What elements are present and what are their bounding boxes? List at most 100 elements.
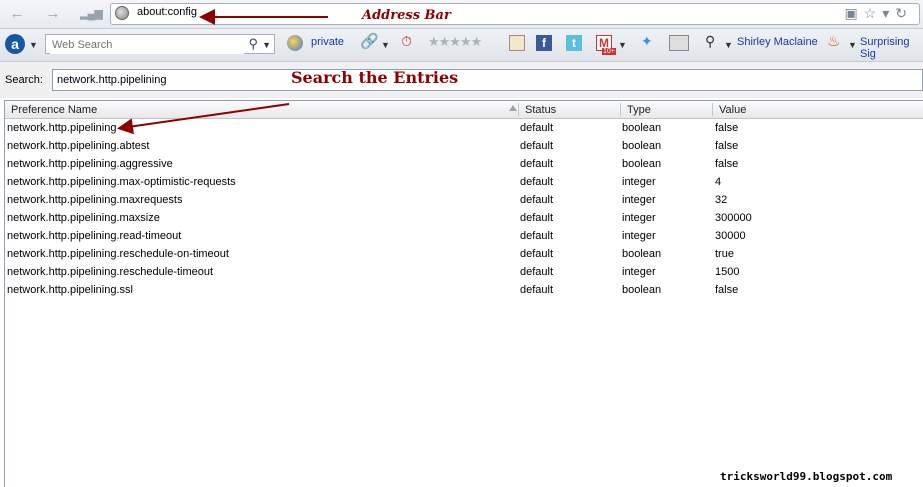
signal-bars-icon: ▂▄▆ [80,8,103,20]
pref-status: default [520,248,554,260]
search-label: Search: [5,74,43,86]
config-search-input[interactable] [52,69,923,91]
pref-value: 32 [715,194,728,206]
table-row[interactable]: network.http.pipelining.reschedule-on-ti… [5,245,923,263]
table-row[interactable]: network.http.pipelining.aggressive defau… [5,155,923,173]
chevron-down-icon[interactable]: ▼ [29,40,38,50]
table-row[interactable]: network.http.pipelining.read-timeout def… [5,227,923,245]
ask-toolbar: a ▼ ⚲ ▼ private 🔗 ▼ ⏱ ★★★★★ f t M 10+ ▼ … [0,29,923,62]
chevron-down-icon[interactable]: ▼ [848,40,857,50]
pref-status: default [520,284,554,296]
pref-status: default [520,212,554,224]
pref-value: 4 [715,176,722,188]
pref-type: integer [622,176,656,188]
pref-status: default [520,266,554,278]
pref-value: false [715,158,739,170]
pref-name: network.http.pipelining.maxsize [7,212,160,224]
pref-name: network.http.pipelining.reschedule-on-ti… [7,248,229,260]
pref-value: false [715,284,739,296]
pref-value: 30000 [715,230,746,242]
private-globe-icon[interactable] [287,35,303,51]
search-annotation: Search the Entries [291,68,459,87]
pref-status: default [520,194,554,206]
address-bar[interactable]: about:config ▣☆▾↻ [110,3,920,25]
magnifier-icon[interactable]: ⚲ [248,36,258,52]
bookmark-star-icon[interactable]: ▣☆▾↻ [844,5,913,22]
pref-type: boolean [622,248,662,260]
chain-link-icon[interactable]: 🔗 [360,32,379,50]
column-type[interactable]: Type [627,104,651,116]
column-preference-name[interactable]: Preference Name [11,104,97,116]
sort-indicator-icon [509,105,517,111]
pref-name: network.http.pipelining.max-optimistic-r… [7,176,236,188]
table-row[interactable]: network.http.pipelining.ssl default bool… [5,281,923,299]
preferences-tree: Preference Name Status Type Value networ… [4,100,923,487]
pref-type: integer [622,194,656,206]
stopwatch-icon[interactable]: ⏱ [401,33,412,50]
table-row[interactable]: network.http.pipelining.maxrequests defa… [5,191,923,209]
pref-value: 300000 [715,212,752,224]
config-search-row: Search: [0,62,923,98]
pref-type: boolean [622,122,662,134]
ask-logo-icon[interactable]: a [5,34,25,54]
pref-type: integer [622,212,656,224]
flame-icon[interactable]: ♨ [827,32,840,50]
gmail-count-badge: 10+ [602,48,616,55]
pref-status: default [520,230,554,242]
web-search-input[interactable] [50,36,244,54]
table-row[interactable]: network.http.pipelining default boolean … [5,119,923,137]
pref-name: network.http.pipelining.abtest [7,140,150,152]
pref-status: default [520,140,554,152]
pref-type: boolean [622,158,662,170]
pref-value: 1500 [715,266,740,278]
chevron-down-icon[interactable]: ▼ [618,40,627,50]
shirley-maclaine-link[interactable]: Shirley Maclaine [737,36,818,48]
pref-value: false [715,140,739,152]
table-row[interactable]: network.http.pipelining.max-optimistic-r… [5,173,923,191]
chevron-down-icon[interactable]: ▼ [724,40,733,50]
pref-name: network.http.pipelining.maxrequests [7,194,183,206]
chevron-down-icon[interactable]: ▼ [381,40,390,50]
rating-stars-icon[interactable]: ★★★★★ [428,34,482,50]
pref-type: integer [622,266,656,278]
back-icon[interactable]: ← [6,4,28,24]
chevron-down-icon[interactable]: ▼ [262,40,271,50]
private-button[interactable]: private [311,36,344,48]
web-search-box[interactable]: ⚲ ▼ [45,34,275,54]
facebook-icon[interactable]: f [536,35,552,51]
pref-status: default [520,122,554,134]
globe-icon [115,6,129,20]
pref-type: integer [622,230,656,242]
table-row[interactable]: network.http.pipelining.abtest default b… [5,137,923,155]
pref-name: network.http.pipelining.ssl [7,284,133,296]
navigation-bar: ← → ▂▄▆ about:config ▣☆▾↻ Address Bar [0,0,923,29]
pref-name: network.http.pipelining.read-timeout [7,230,182,242]
column-divider[interactable] [518,103,519,116]
notepad-icon[interactable] [509,35,525,51]
table-row[interactable]: network.http.pipelining.reschedule-timeo… [5,263,923,281]
blog-watermark: tricksworld99.blogspot.com [720,470,893,483]
pref-status: default [520,176,554,188]
tree-header: Preference Name Status Type Value [5,101,923,119]
pref-value: true [715,248,734,260]
pref-status: default [520,158,554,170]
column-divider[interactable] [620,103,621,116]
forward-icon[interactable]: → [42,4,64,24]
search-icon[interactable]: ⚲ [705,33,715,50]
pref-name: network.http.pipelining [7,122,117,134]
pref-name: network.http.pipelining.aggressive [7,158,173,170]
surprising-link[interactable]: Surprising Sig [860,36,923,60]
contact-card-icon[interactable] [669,35,689,51]
twitter-icon[interactable]: t [566,35,582,51]
table-row[interactable]: network.http.pipelining.maxsize default … [5,209,923,227]
address-bar-url[interactable]: about:config [137,6,197,18]
column-divider[interactable] [712,103,713,116]
pref-type: boolean [622,284,662,296]
pref-value: false [715,122,739,134]
pref-type: boolean [622,140,662,152]
column-status[interactable]: Status [525,104,556,116]
sparkle-icon[interactable]: ✦ [641,33,653,50]
column-value[interactable]: Value [719,104,746,116]
address-bar-annotation: Address Bar [362,8,451,23]
pref-name: network.http.pipelining.reschedule-timeo… [7,266,214,278]
